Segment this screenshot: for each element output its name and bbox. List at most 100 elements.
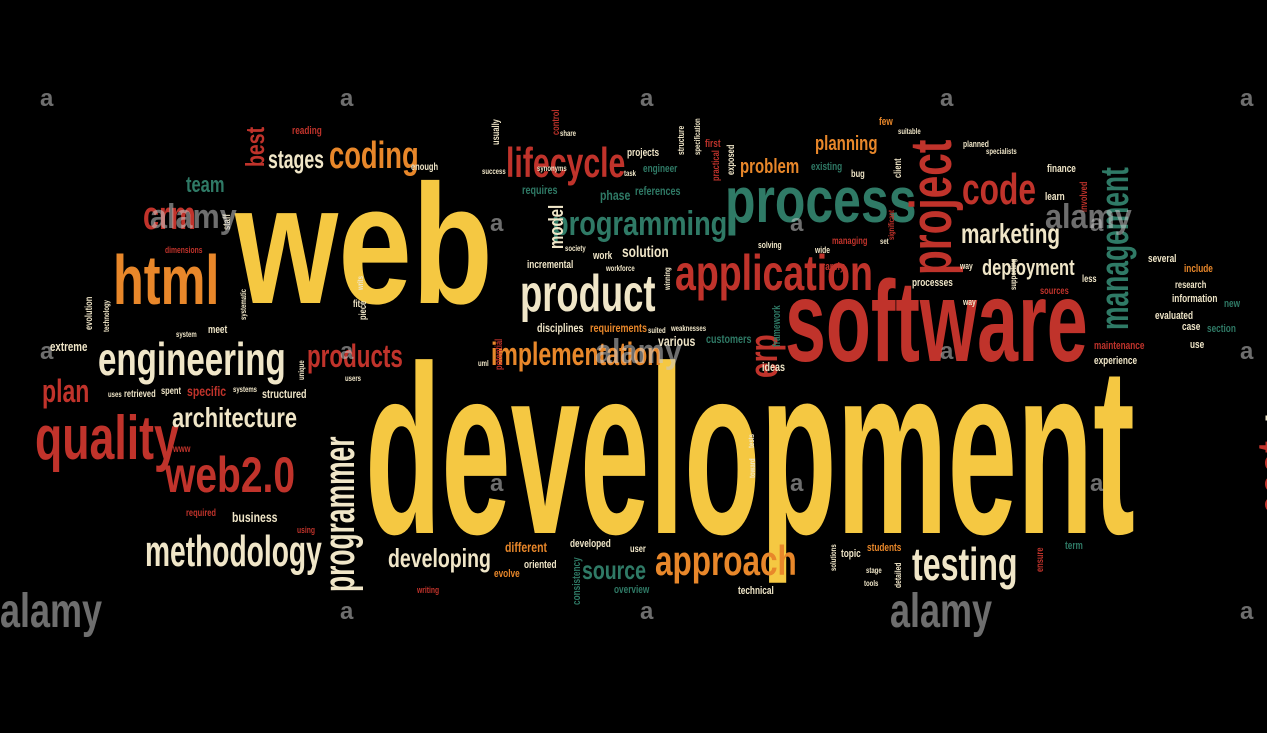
word-required: required (186, 508, 217, 519)
word-finance: finance (1047, 163, 1076, 175)
word-different: different (505, 539, 547, 555)
word-structured: structured (262, 387, 307, 401)
word-wide: wide (815, 245, 831, 255)
word-specific: specific (187, 383, 227, 399)
word-winning: winning (663, 267, 672, 290)
alamy-watermark-glyph: a (790, 210, 804, 237)
word-html: html (113, 241, 220, 319)
alamy-watermark-glyph: a (490, 210, 504, 237)
word-structure: structure (676, 125, 686, 155)
word-specification: specification (693, 118, 702, 155)
word-first: first (705, 138, 721, 150)
word-students: students (867, 542, 902, 554)
word-architecture: architecture (172, 402, 298, 433)
word-solution: solution (622, 244, 669, 261)
word-lifecycle: lifecycle (506, 139, 626, 186)
word-systems: systems (233, 385, 258, 394)
word-requires: requires (522, 183, 558, 197)
word-technology: technology (102, 299, 111, 332)
word-way: way (963, 297, 976, 307)
alamy-watermark-glyph: a (790, 470, 804, 497)
word-customers: customers (706, 332, 752, 346)
word-evolve: evolve (494, 568, 520, 580)
alamy-watermark-glyph: a (940, 338, 954, 365)
word-web2-0: web2.0 (165, 447, 296, 503)
word-piece: piece (358, 300, 369, 320)
word-product: product (520, 265, 656, 323)
word-team: team (186, 172, 225, 197)
word-include: include (1184, 263, 1213, 275)
word-extreme: extreme (50, 339, 88, 354)
word-engineering: engineering (98, 333, 286, 385)
alamy-watermark-glyph: a (40, 338, 54, 365)
word-project: project (899, 139, 964, 275)
alamy-watermark: alamy (890, 585, 993, 638)
word-dimensions: dimensions (165, 245, 203, 255)
word-www: www (173, 444, 191, 455)
word-overview: overview (614, 584, 650, 596)
word-information: information (1172, 293, 1218, 305)
word-enough: enough (411, 162, 439, 173)
alamy-watermark-glyph: a (340, 338, 354, 365)
word-spent: spent (161, 386, 182, 397)
word-source: source (582, 555, 646, 585)
alamy-watermark: alamy (0, 585, 103, 638)
word-existing: existing (811, 161, 843, 173)
word-several: several (1148, 253, 1177, 265)
alamy-watermark-glyph: a (640, 85, 654, 112)
word-way: way (960, 261, 973, 271)
word-stages: stages (268, 144, 325, 174)
word-set: set (880, 237, 889, 246)
word-ideas: ideas (762, 360, 786, 374)
word-technical: technical (738, 585, 774, 597)
word-uml: uml (478, 359, 489, 368)
word-model: model (546, 204, 568, 249)
word-solving: solving (758, 240, 782, 250)
word-toward: toward (748, 458, 757, 478)
alamy-watermark-glyph: a (340, 598, 354, 625)
word-supporting: supporting (1009, 258, 1018, 290)
word-code: code (962, 165, 1036, 214)
alamy-watermark-glyph: a (1240, 338, 1254, 365)
word-use: use (1190, 339, 1205, 351)
word-writing: writing (417, 585, 440, 595)
word-oriented: oriented (524, 559, 557, 571)
word-unique: unique (297, 360, 306, 380)
word-exposed: exposed (726, 144, 737, 175)
word-developing: developing (388, 543, 491, 573)
word-tools: tools (864, 579, 879, 588)
alamy-watermark-glyph: a (940, 85, 954, 112)
word-using: using (297, 525, 315, 535)
word-deployment: deployment (982, 255, 1075, 280)
word-specialists: specialists (986, 147, 1017, 156)
word-usually: usually (491, 119, 502, 145)
word-programmer: programmer (315, 436, 364, 592)
word-reading: reading (292, 125, 322, 137)
word-new: new (1224, 298, 1241, 310)
alamy-watermark: alamy (150, 198, 237, 236)
word-methodology: methodology (145, 527, 322, 576)
word-rarely: rarely (822, 261, 845, 273)
word-society: society (565, 244, 586, 253)
word-synonyms: synonyms (537, 164, 567, 173)
word-user: user (630, 544, 646, 555)
word-maintenance: maintenance (1094, 340, 1145, 352)
alamy-watermark: alamy (1045, 198, 1132, 236)
alamy-watermark-glyph: a (490, 470, 504, 497)
alamy-watermark-glyph: a (340, 85, 354, 112)
alamy-watermark: alamy (595, 333, 682, 371)
word-developed: developed (570, 538, 611, 550)
alamy-watermark-glyph: a (40, 85, 54, 112)
word-references: references (635, 184, 681, 198)
word-plan: plan (42, 373, 90, 409)
word-term: term (1065, 540, 1083, 552)
word-client: client (893, 158, 904, 178)
alamy-watermark-glyph: a (1090, 470, 1104, 497)
word-disciplines: disciplines (537, 321, 584, 335)
word-bug: bug (851, 169, 865, 180)
word-sources: sources (1040, 286, 1069, 297)
word-workforce: workforce (606, 264, 635, 273)
word-meet: meet (208, 324, 228, 336)
word-evolution: evolution (84, 296, 95, 330)
word-incremental: incremental (527, 259, 574, 271)
